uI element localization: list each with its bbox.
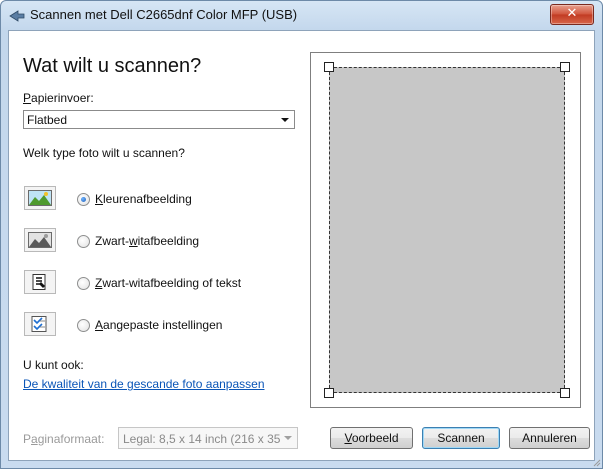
crop-handle-top-right[interactable] (560, 62, 570, 72)
crop-handle-bottom-right[interactable] (560, 388, 570, 398)
bw-text-radio[interactable] (77, 277, 90, 290)
bw-text-icon[interactable] (24, 270, 56, 294)
paper-size-label: Paginaformaat: (23, 432, 105, 446)
custom-settings-label[interactable]: Aangepaste instellingen (95, 318, 222, 332)
paper-feed-label: Papierinvoer: (23, 91, 94, 105)
paper-feed-value: Flatbed (27, 113, 68, 127)
paper-size-value: Legal: 8,5 x 14 inch (216 x 35 (123, 432, 281, 446)
scan-area-selection[interactable] (329, 67, 565, 393)
color-image-radio[interactable] (77, 193, 90, 206)
crop-handle-bottom-left[interactable] (324, 388, 334, 398)
photo-type-question: Welk type foto wilt u scannen? (23, 146, 185, 160)
scanner-icon (9, 10, 25, 22)
preview-button[interactable]: Voorbeeld (330, 427, 413, 449)
crop-handle-top-left[interactable] (324, 62, 334, 72)
bw-text-label[interactable]: Zwart-witafbeelding of tekst (95, 276, 241, 290)
custom-settings-icon[interactable] (24, 312, 56, 336)
paper-size-select[interactable]: Legal: 8,5 x 14 inch (216 x 35 (118, 427, 298, 449)
color-photo-icon[interactable] (24, 186, 56, 210)
paper-feed-select[interactable]: Flatbed (23, 110, 295, 129)
grayscale-image-radio[interactable] (77, 235, 90, 248)
scan-button[interactable]: Scannen (422, 427, 500, 449)
custom-settings-radio[interactable] (77, 319, 90, 332)
title-bar[interactable]: Scannen met Dell C2665dnf Color MFP (USB… (1, 1, 602, 31)
scan-preview-pane (310, 52, 581, 408)
color-image-label[interactable]: Kleurenafbeelding (95, 192, 192, 206)
also-label: U kunt ook: (23, 358, 84, 372)
close-button[interactable]: ✕ (550, 4, 594, 25)
page-title: Wat wilt u scannen? (23, 55, 202, 77)
resize-grip-icon[interactable] (591, 457, 601, 467)
cancel-button[interactable]: Annuleren (509, 427, 590, 449)
close-icon: ✕ (566, 6, 578, 21)
grayscale-image-label[interactable]: Zwart-witafbeelding (95, 234, 199, 248)
window-title: Scannen met Dell C2665dnf Color MFP (USB… (30, 7, 298, 22)
chevron-down-icon (281, 118, 289, 122)
grayscale-photo-icon[interactable] (24, 228, 56, 252)
adjust-quality-link[interactable]: De kwaliteit van de gescande foto aanpas… (23, 377, 265, 391)
chevron-down-icon (284, 436, 292, 440)
